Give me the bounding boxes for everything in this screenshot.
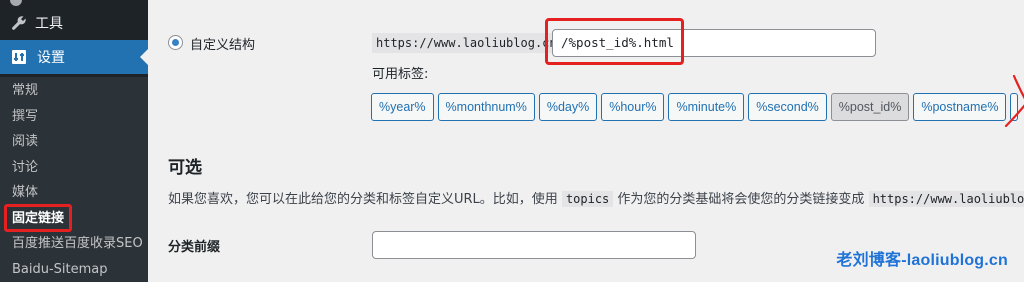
red-x-annotation-icon — [1004, 74, 1024, 128]
menu-tools-label: 工具 — [35, 16, 63, 32]
settings-submenu: 常规 撰写 阅读 讨论 媒体 固定链接 百度推送百度收录SEO Baidu-Si… — [0, 77, 148, 282]
tag-button-postname[interactable]: %postname% — [913, 93, 1007, 121]
submenu-writing[interactable]: 撰写 — [0, 104, 148, 130]
custom-structure-label[interactable]: 自定义结构 — [190, 34, 255, 53]
desc-text: 作为您的分类基础将会使您的分类链接变成 — [613, 192, 869, 207]
wrench-icon — [9, 13, 29, 33]
category-base-input[interactable] — [372, 231, 696, 259]
submenu-reading[interactable]: 阅读 — [0, 129, 148, 155]
submenu-general[interactable]: 常规 — [0, 78, 148, 104]
menu-icon — [10, 0, 22, 6]
annotation-highlight-box — [4, 204, 72, 232]
annotation-highlight-box — [545, 18, 684, 65]
submenu-baidu-push-seo[interactable]: 百度推送百度收录SEO — [0, 231, 148, 257]
available-tags: %year% %monthnum% %day% %hour% %minute% … — [371, 93, 1022, 121]
available-tags-label: 可用标签: — [372, 67, 429, 82]
submenu-media[interactable]: 媒体 — [0, 180, 148, 206]
settings-sliders-icon — [9, 47, 29, 67]
tag-button-minute[interactable]: %minute% — [668, 93, 745, 121]
tag-button-hour[interactable]: %hour% — [601, 93, 665, 121]
menu-settings[interactable]: 设置 — [0, 40, 148, 74]
desc-code-url: https://www.laoliublog.cn/topics/uncateg… — [868, 191, 1024, 207]
previous-menu-item[interactable] — [0, 0, 148, 8]
tag-button-monthnum[interactable]: %monthnum% — [437, 93, 535, 121]
menu-settings-label: 设置 — [37, 50, 65, 66]
admin-sidebar: 工具 设置 常规 撰写 阅读 讨论 媒体 固定链接 百度推送百度收录SEO Ba… — [0, 0, 148, 282]
tag-button-second[interactable]: %second% — [748, 93, 827, 121]
desc-code-topics: topics — [561, 191, 614, 207]
menu-tools[interactable]: 工具 — [0, 8, 148, 38]
category-base-label: 分类前缀 — [168, 240, 221, 255]
submenu-baidu-sitemap[interactable]: Baidu-Sitemap — [0, 257, 148, 282]
optional-description: 如果您喜欢，您可以在此给您的分类和标签自定义URL。比如，使用 topics 作… — [168, 188, 1024, 207]
tag-button-day[interactable]: %day% — [538, 93, 598, 121]
current-menu-arrow — [140, 49, 148, 65]
submenu-discussion[interactable]: 讨论 — [0, 155, 148, 181]
tag-button-year[interactable]: %year% — [371, 93, 434, 121]
tag-button-post-id[interactable]: %post_id% — [830, 93, 910, 121]
desc-text: 如果您喜欢，您可以在此给您的分类和标签自定义URL。比如，使用 — [168, 192, 562, 207]
watermark-text: 老刘博客-laoliublog.cn — [836, 252, 1008, 269]
custom-structure-radio[interactable] — [168, 35, 183, 50]
url-prefix: https://www.laoliublog.cn — [372, 33, 561, 53]
settings-content: 自定义结构 https://www.laoliublog.cn /%post_i… — [148, 0, 1024, 282]
optional-section-title: 可选 — [168, 158, 202, 178]
